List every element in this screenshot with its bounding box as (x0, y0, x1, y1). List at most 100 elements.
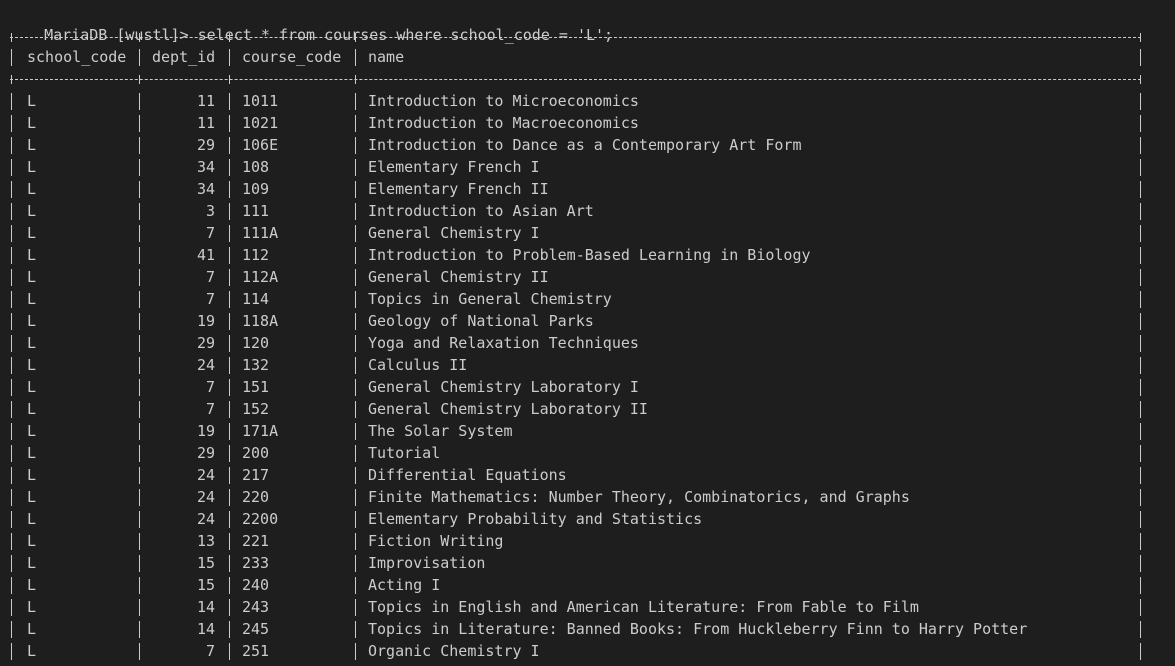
cell-school-code: L (27, 400, 37, 418)
cell-dept-id: 15 (196, 554, 215, 572)
header-bottom-border (10, 79, 1141, 80)
row-separator (355, 181, 356, 198)
row-separator (229, 445, 230, 462)
row-separator (11, 269, 12, 286)
header-separator (139, 49, 140, 66)
cell-dept-id: 19 (196, 422, 215, 440)
cell-dept-id: 14 (196, 620, 215, 638)
cell-name: Introduction to Asian Art (368, 202, 594, 220)
terminal-window[interactable]: MariaDB [wustl]> select * from courses w… (0, 0, 1175, 666)
cell-school-code: L (27, 92, 37, 110)
cell-school-code: L (27, 488, 37, 506)
row-separator (229, 335, 230, 352)
row-separator (355, 313, 356, 330)
row-separator (11, 93, 12, 110)
cell-school-code: L (27, 334, 37, 352)
row-separator (11, 225, 12, 242)
cell-name: Geology of National Parks (368, 312, 594, 330)
cell-dept-id: 7 (205, 642, 215, 660)
cell-course-code: 109 (242, 180, 270, 198)
row-separator (355, 423, 356, 440)
cell-dept-id: 24 (196, 488, 215, 506)
cell-course-code: 152 (242, 400, 270, 418)
row-separator (1140, 401, 1141, 418)
cell-dept-id: 3 (205, 202, 215, 220)
row-separator (355, 291, 356, 308)
header-separator (355, 49, 356, 66)
border-plus (1140, 75, 1141, 84)
row-separator (1140, 599, 1141, 616)
row-separator (1140, 577, 1141, 594)
border-plus (355, 33, 356, 42)
cell-course-code: 245 (242, 620, 270, 638)
cell-name: General Chemistry I (368, 224, 540, 242)
cell-school-code: L (27, 114, 37, 132)
row-separator (355, 159, 356, 176)
row-separator (11, 423, 12, 440)
row-separator (355, 379, 356, 396)
cell-dept-id: 7 (205, 400, 215, 418)
row-separator (11, 621, 12, 638)
cell-course-code: 171A (242, 422, 279, 440)
cell-name: Topics in English and American Literatur… (368, 598, 919, 616)
cell-school-code: L (27, 642, 37, 660)
cell-school-code: L (27, 598, 37, 616)
header-dept-id: dept_id (152, 48, 216, 66)
row-separator (229, 511, 230, 528)
cell-dept-id: 29 (196, 136, 215, 154)
border-plus (1140, 33, 1141, 42)
cell-school-code: L (27, 620, 37, 638)
cell-name: Differential Equations (368, 466, 567, 484)
cell-dept-id: 7 (205, 290, 215, 308)
border-plus (11, 33, 12, 42)
row-separator (1140, 225, 1141, 242)
row-separator (355, 643, 356, 660)
row-separator (229, 93, 230, 110)
cell-dept-id: 11 (196, 92, 215, 110)
cell-name: General Chemistry II (368, 268, 549, 286)
row-separator (11, 357, 12, 374)
cell-dept-id: 41 (196, 246, 215, 264)
row-separator (11, 599, 12, 616)
cell-school-code: L (27, 290, 37, 308)
header-separator (1140, 49, 1141, 66)
header-separator (229, 49, 230, 66)
border-plus (355, 75, 356, 84)
row-separator (1140, 467, 1141, 484)
cell-course-code: 1011 (242, 92, 279, 110)
cell-course-code: 220 (242, 488, 270, 506)
cell-course-code: 114 (242, 290, 270, 308)
row-separator (11, 115, 12, 132)
cell-dept-id: 13 (196, 532, 215, 550)
cell-name: Yoga and Relaxation Techniques (368, 334, 639, 352)
row-separator (355, 247, 356, 264)
row-separator (229, 137, 230, 154)
cell-name: Organic Chemistry I (368, 642, 540, 660)
cell-dept-id: 24 (196, 356, 215, 374)
row-separator (1140, 445, 1141, 462)
cell-course-code: 221 (242, 532, 270, 550)
row-separator (1140, 423, 1141, 440)
cell-school-code: L (27, 532, 37, 550)
cell-dept-id: 15 (196, 576, 215, 594)
border-plus (139, 33, 140, 42)
row-separator (11, 555, 12, 572)
cell-school-code: L (27, 224, 37, 242)
row-separator (11, 467, 12, 484)
cell-course-code: 112 (242, 246, 270, 264)
row-separator (11, 401, 12, 418)
row-separator (11, 335, 12, 352)
cell-course-code: 233 (242, 554, 270, 572)
row-separator (1140, 489, 1141, 506)
row-separator (229, 401, 230, 418)
row-separator (1140, 313, 1141, 330)
row-separator (355, 357, 356, 374)
row-separator (355, 577, 356, 594)
row-separator (355, 555, 356, 572)
prompt: MariaDB [wustl]> (44, 26, 198, 44)
cell-dept-id: 7 (205, 378, 215, 396)
cell-course-code: 120 (242, 334, 270, 352)
cell-course-code: 1021 (242, 114, 279, 132)
row-separator (229, 379, 230, 396)
row-separator (355, 533, 356, 550)
